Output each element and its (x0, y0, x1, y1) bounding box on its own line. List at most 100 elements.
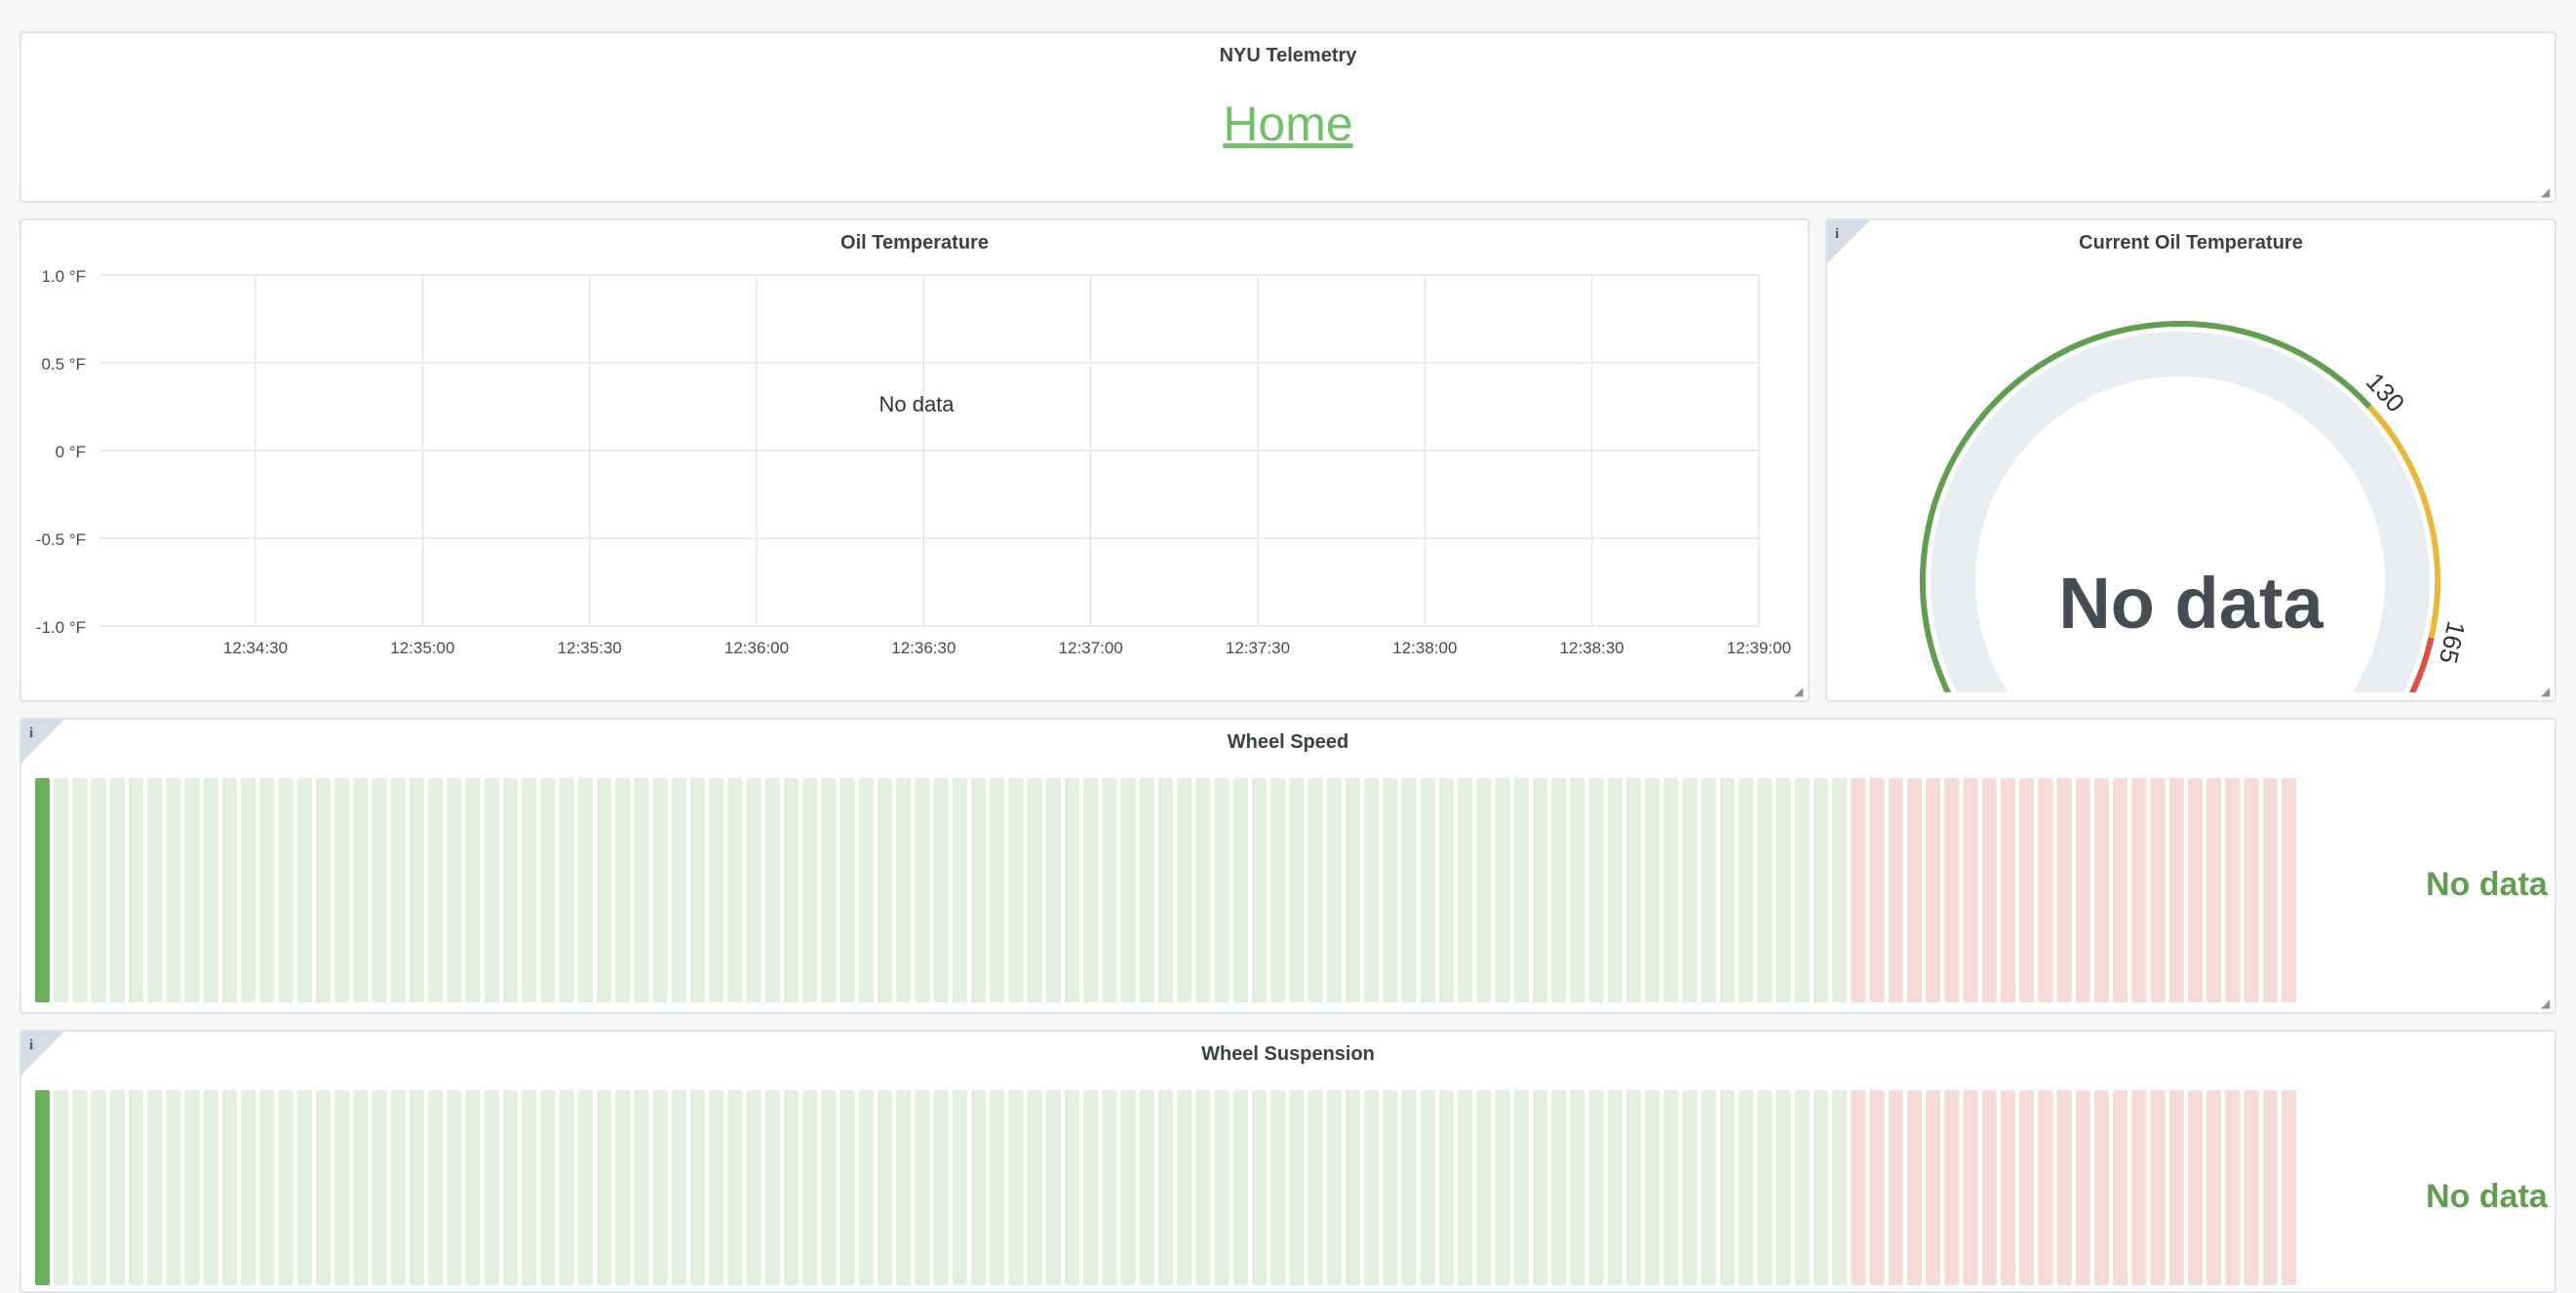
gauge-cell (1588, 778, 1604, 1002)
gauge-cell (1776, 778, 1791, 1002)
gauge-cell (371, 778, 387, 1002)
gauge-cell (878, 1090, 892, 1285)
gauge-cell (1308, 1090, 1323, 1285)
gauge-cell (1045, 1090, 1061, 1285)
gauge-cell (1158, 1090, 1173, 1285)
gauge-cell (1738, 778, 1754, 1002)
gauge-cell (634, 1090, 649, 1285)
gauge-cell (1888, 1090, 1903, 1285)
gauge-cell (334, 778, 350, 1002)
gauge-cell (690, 1090, 705, 1285)
gauge-cell (1907, 1090, 1922, 1285)
gauge-cell (1270, 1090, 1286, 1285)
gauge-cell (1326, 1090, 1342, 1285)
gauge-cell (2168, 778, 2184, 1002)
gauge-cell (2282, 1090, 2296, 1285)
gauge-cell (952, 778, 967, 1002)
gauge-cell (1720, 778, 1735, 1002)
gauge-cell (2206, 1090, 2222, 1285)
gauge-cell (1926, 778, 1941, 1002)
gauge-cell (1814, 1090, 1828, 1285)
gauge-cell (1682, 778, 1698, 1002)
gauge-cell (1869, 1090, 1885, 1285)
panel-title[interactable]: NYU Telemetry (21, 45, 2555, 67)
gauge-cell (447, 778, 462, 1002)
x-tick-label: 12:36:30 (891, 639, 956, 657)
gauge-cell (821, 1090, 837, 1285)
gauge-cell (746, 778, 761, 1002)
resize-handle[interactable]: ◢ (2541, 998, 2551, 1009)
gauge-cell (316, 1090, 331, 1285)
panel-title[interactable]: Current Oil Temperature (1827, 232, 2555, 255)
gauge-cell (2262, 778, 2278, 1002)
gauge-cell (1065, 778, 1079, 1002)
gauge-cell (915, 1090, 930, 1285)
gauge-cell (371, 1090, 387, 1285)
gauge-cell (2056, 1090, 2072, 1285)
gauge-cell (484, 778, 499, 1002)
gauge-cell (1944, 778, 1960, 1002)
gauge-cell (1607, 778, 1622, 1002)
gauge-cell (35, 1090, 50, 1285)
gauge-cell (1346, 778, 1360, 1002)
gauge-cell (1383, 1090, 1398, 1285)
gauge-cell (540, 1090, 556, 1285)
resize-handle[interactable]: ◢ (2541, 686, 2551, 697)
gauge-cell (727, 1090, 743, 1285)
gauge-cell (222, 778, 237, 1002)
gauge-cell (1120, 1090, 1136, 1285)
gauge-cell (2113, 1090, 2128, 1285)
gauge-cell (784, 778, 799, 1002)
gauge-cell (1289, 778, 1305, 1002)
resize-handle[interactable]: ◢ (2541, 186, 2551, 198)
gauge-cell (1102, 1090, 1117, 1285)
gauge-cell (2206, 778, 2222, 1002)
gauge-cell (1383, 778, 1398, 1002)
resize-handle[interactable]: ◢ (1794, 686, 1804, 697)
gauge-cell (1926, 1090, 1941, 1285)
gauge-cell (1027, 778, 1042, 1002)
wheel-speed-value: No data (2426, 866, 2548, 903)
gauge-cell (2131, 1090, 2147, 1285)
gauge-cell (1963, 1090, 1978, 1285)
gauge-cell (1270, 778, 1286, 1002)
panel-title[interactable]: Wheel Speed (21, 731, 2555, 754)
gauge-cell (2001, 778, 2015, 1002)
gauge-cell (671, 778, 686, 1002)
gauge-cell (1757, 778, 1773, 1002)
gauge-cell (709, 1090, 724, 1285)
gauge-cell (129, 778, 143, 1002)
oil-temperature-chart[interactable]: 1.0 °F 0.5 °F 0 °F -0.5 °F -1.0 °F 12:34:30 12… (21, 263, 1808, 692)
gauge-cell (2094, 778, 2109, 1002)
gauge-cell (1907, 778, 1922, 1002)
oil-temperature-panel: Oil Temperature 1.0 °F 0.5 °F 0 °F -0.5 °F -… (20, 218, 1810, 702)
gauge-cell (1195, 1090, 1211, 1285)
gauge-cell (2056, 778, 2072, 1002)
gauge-cell (1008, 1090, 1024, 1285)
wheel-suspension-value: No data (2426, 1178, 2548, 1215)
gauge-cell (1439, 1090, 1454, 1285)
gauge-value: No data (2058, 563, 2323, 644)
gauge-cell (2038, 778, 2053, 1002)
gauge-cell (334, 1090, 350, 1285)
home-link[interactable]: Home (21, 96, 2555, 152)
gauge-cell (1757, 1090, 1773, 1285)
gauge-cell (2019, 778, 2035, 1002)
gauge-cell (353, 1090, 369, 1285)
x-tick-label: 12:38:30 (1560, 639, 1624, 657)
gauge-cell (1120, 778, 1136, 1002)
gauge-cell (109, 1090, 125, 1285)
gauge-cell (802, 1090, 818, 1285)
gauge-cell (390, 1090, 406, 1285)
gauge-cell (241, 1090, 256, 1285)
panel-title[interactable]: Oil Temperature (21, 232, 1808, 255)
gauge-cell (1195, 778, 1211, 1002)
gauge-cell (54, 1090, 69, 1285)
gauge-cell (915, 778, 930, 1002)
gauge-cell (1794, 1090, 1810, 1285)
gauge-cell (296, 778, 312, 1002)
panel-title[interactable]: Wheel Suspension (21, 1043, 2555, 1066)
gauge-cell (1252, 1090, 1267, 1285)
gauge-cell (540, 778, 556, 1002)
gauge-cell (1102, 778, 1117, 1002)
